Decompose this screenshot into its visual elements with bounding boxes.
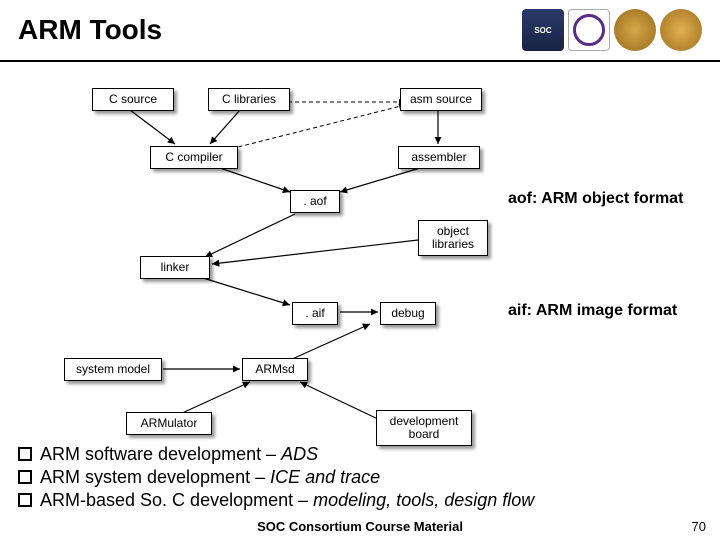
- node-assembler: assembler: [398, 146, 480, 169]
- bullet-item: ARM-based So. C development – modeling, …: [18, 490, 534, 511]
- annotation-aif: aif: ARM image format: [508, 302, 677, 320]
- logo-strip: SOC: [522, 9, 702, 51]
- page-title: ARM Tools: [18, 14, 162, 46]
- footer-text: SOC Consortium Course Material: [0, 519, 720, 534]
- bullet-box-icon: [18, 493, 32, 507]
- node-linker: linker: [140, 256, 210, 279]
- bullet-box-icon: [18, 447, 32, 461]
- bullet-text: ARM software development – ADS: [40, 444, 318, 465]
- university-seal-icon: [614, 9, 656, 51]
- node-c-libraries: C libraries: [208, 88, 290, 111]
- node-object-libraries: object libraries: [418, 220, 488, 256]
- node-armsd: ARMsd: [242, 358, 308, 381]
- node-c-source: C source: [92, 88, 174, 111]
- page-number: 70: [692, 519, 706, 534]
- node-system-model: system model: [64, 358, 162, 381]
- node-armulator: ARMulator: [126, 412, 212, 435]
- bullet-text: ARM system development – ICE and trace: [40, 467, 380, 488]
- bullet-box-icon: [18, 470, 32, 484]
- university-seal2-icon: [660, 9, 702, 51]
- node-aof: . aof: [290, 190, 340, 213]
- bullet-list: ARM software development – ADS ARM syste…: [18, 442, 534, 513]
- node-aif: . aif: [292, 302, 338, 325]
- partner-logo-icon: [568, 9, 610, 51]
- arrow-layer: [0, 62, 720, 442]
- node-c-compiler: C compiler: [150, 146, 238, 169]
- toolchain-diagram: C source C libraries asm source C compil…: [0, 62, 720, 442]
- node-asm-source: asm source: [400, 88, 482, 111]
- node-debug: debug: [380, 302, 436, 325]
- annotation-aof: aof: ARM object format: [508, 190, 683, 208]
- bullet-text: ARM-based So. C development – modeling, …: [40, 490, 534, 511]
- bullet-item: ARM software development – ADS: [18, 444, 534, 465]
- bullet-item: ARM system development – ICE and trace: [18, 467, 534, 488]
- soc-logo-icon: SOC: [522, 9, 564, 51]
- node-dev-board: development board: [376, 410, 472, 446]
